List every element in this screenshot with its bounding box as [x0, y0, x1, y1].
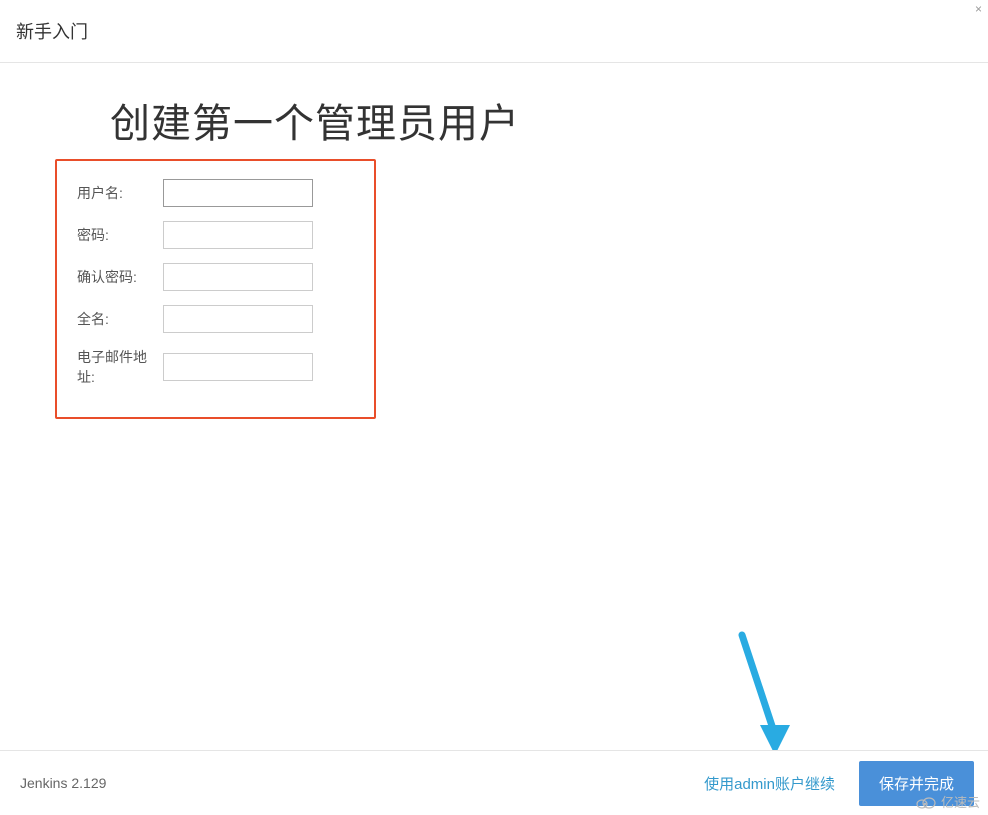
form-row-confirm-password: 确认密码: — [77, 263, 354, 291]
form-row-email: 电子邮件地址: — [77, 347, 354, 387]
content-area: 创建第一个管理员用户 用户名: 密码: 确认密码: 全名: 电子邮件地址: — [0, 63, 988, 756]
page-title: 创建第一个管理员用户 — [110, 91, 988, 149]
footer-bar: Jenkins 2.129 使用admin账户继续 保存并完成 — [0, 750, 988, 815]
email-label: 电子邮件地址: — [77, 347, 163, 387]
close-icon[interactable]: × — [975, 2, 982, 16]
form-row-password: 密码: — [77, 221, 354, 249]
version-text: Jenkins 2.129 — [20, 775, 106, 791]
header-title: 新手入门 — [16, 22, 88, 42]
username-label: 用户名: — [77, 183, 163, 203]
fullname-label: 全名: — [77, 309, 163, 329]
form-row-username: 用户名: — [77, 179, 354, 207]
username-input[interactable] — [163, 179, 313, 207]
save-and-finish-button[interactable]: 保存并完成 — [859, 761, 974, 806]
fullname-input[interactable] — [163, 305, 313, 333]
confirm-password-label: 确认密码: — [77, 267, 163, 287]
footer-actions: 使用admin账户继续 保存并完成 — [700, 761, 974, 806]
header-bar: 新手入门 — [0, 0, 988, 63]
form-row-fullname: 全名: — [77, 305, 354, 333]
password-label: 密码: — [77, 225, 163, 245]
inner-content: 创建第一个管理员用户 用户名: 密码: 确认密码: 全名: 电子邮件地址: — [0, 63, 988, 756]
continue-as-admin-button[interactable]: 使用admin账户继续 — [700, 765, 839, 802]
confirm-password-input[interactable] — [163, 263, 313, 291]
password-input[interactable] — [163, 221, 313, 249]
admin-user-form: 用户名: 密码: 确认密码: 全名: 电子邮件地址: — [55, 159, 376, 419]
email-input[interactable] — [163, 353, 313, 381]
